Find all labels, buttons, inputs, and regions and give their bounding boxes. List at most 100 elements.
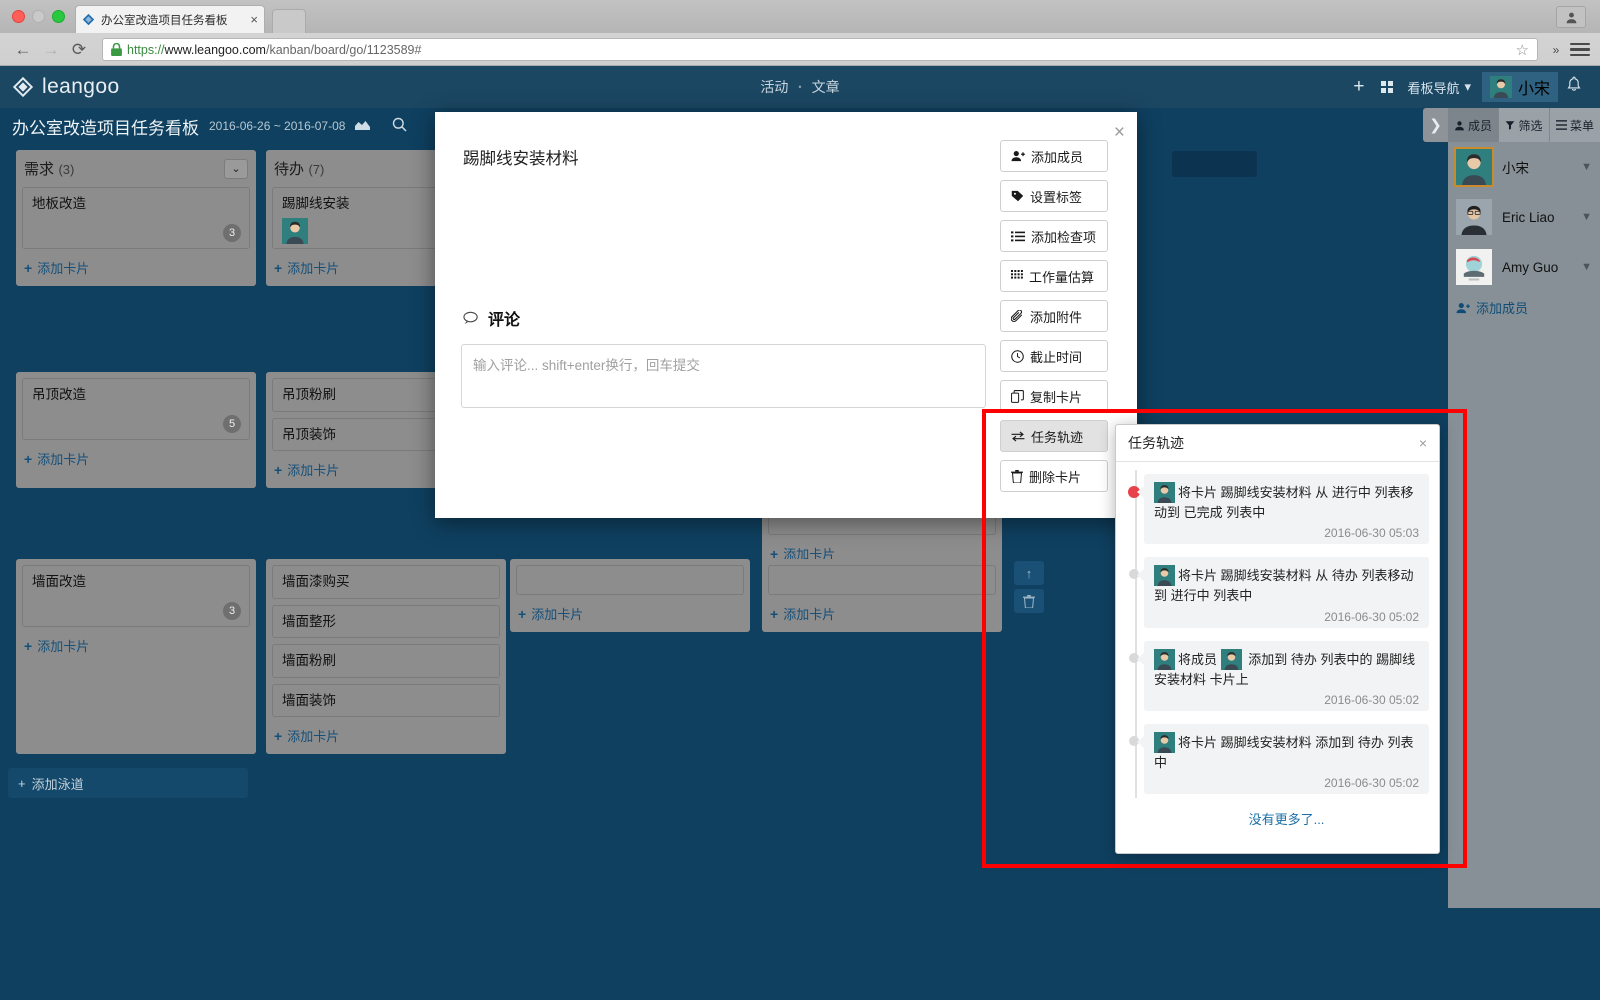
address-bar[interactable]: https://www.leangoo.com/kanban/board/go/… <box>102 38 1538 61</box>
board-nav-button[interactable]: 看板导航 ▾ <box>1400 73 1478 101</box>
member-filter-icon[interactable]: ▼ <box>1581 261 1592 273</box>
trash-icon <box>1011 470 1023 483</box>
close-icon[interactable]: × <box>1419 435 1427 451</box>
url-path: /kanban/board/go/1123589# <box>266 43 421 57</box>
chart-glyph <box>355 118 370 131</box>
board-date-range: 2016-06-26 ~ 2016-07-08 <box>209 119 345 133</box>
tab-members[interactable]: 成员 <box>1448 108 1499 142</box>
back-icon[interactable]: ← <box>10 37 36 63</box>
board-card[interactable]: 墙面粉刷 <box>272 644 500 678</box>
browser-tab[interactable]: 办公室改造项目任务看板 × <box>75 5 265 33</box>
add-card-button[interactable]: + 添加卡片 <box>22 633 250 658</box>
collapsed-column[interactable] <box>1172 151 1257 177</box>
comment-input[interactable]: 输入评论... shift+enter换行，回车提交 <box>461 344 986 408</box>
avatar-inline <box>1221 649 1242 670</box>
brand-name: leangoo <box>42 75 120 99</box>
add-card-label: 添加卡片 <box>287 726 339 745</box>
avatar <box>1154 649 1175 670</box>
board-card[interactable]: 地板改造 3 <box>22 187 250 249</box>
header-right-tools: + 看板导航 ▾ 小宋 <box>1343 66 1590 108</box>
task-trail-button[interactable]: 任务轨迹 <box>1000 420 1108 452</box>
bookmark-star-icon[interactable]: ☆ <box>1508 41 1529 59</box>
add-card-label: 添加卡片 <box>783 604 835 623</box>
trash-glyph <box>1023 595 1035 608</box>
board-card[interactable] <box>768 565 996 595</box>
checklist-icon <box>1011 231 1025 242</box>
overflow-chevron-icon[interactable]: » <box>1546 43 1566 57</box>
nav-link-activity[interactable]: 活动 <box>760 77 788 97</box>
member-filter-icon[interactable]: ▼ <box>1581 211 1592 223</box>
add-card-label: 添加卡片 <box>37 449 89 468</box>
card-title: 墙面漆购买 <box>282 573 490 591</box>
plus-icon: + <box>770 606 778 622</box>
task-trail-title: 任务轨迹 <box>1128 433 1184 453</box>
board-card[interactable] <box>516 565 744 595</box>
add-checklist-button[interactable]: 添加检查项 <box>1000 220 1108 252</box>
tab-close-icon[interactable]: × <box>250 12 258 27</box>
task-trail-list: 将卡片 踢脚线安装材料 从 进行中 列表移动到 已完成 列表中 2016-06-… <box>1116 462 1439 834</box>
member-filter-icon[interactable]: ▼ <box>1581 161 1592 173</box>
leangoo-logo-icon <box>12 76 34 98</box>
copy-card-button[interactable]: 复制卡片 <box>1000 380 1108 412</box>
tab-filter[interactable]: 筛选 <box>1499 108 1550 142</box>
add-attachment-button[interactable]: 添加附件 <box>1000 300 1108 332</box>
maximize-window-button[interactable] <box>52 10 65 23</box>
add-swimlane-button[interactable]: + 添加泳道 <box>8 768 248 798</box>
copy-card-label: 复制卡片 <box>1030 387 1082 406</box>
trail-entry-body: 将卡片 踢脚线安装材料 添加到 待办 列表中 <box>1154 735 1413 770</box>
add-attachment-label: 添加附件 <box>1030 307 1082 326</box>
swimlane: 需求 (3) ⌄ 地板改造 3 + 添加卡片 待办 (7) <box>8 150 506 286</box>
add-button[interactable]: + <box>1343 76 1374 98</box>
add-card-button[interactable]: + 添加卡片 <box>22 255 250 280</box>
timeline-arrow <box>1137 653 1144 665</box>
browser-profile-button[interactable] <box>1556 6 1586 28</box>
board-card[interactable]: 墙面装饰 <box>272 684 500 718</box>
card-detail-modal: × 踢脚线安装材料 评论 输入评论... shift+enter换行，回车提交 … <box>435 112 1137 518</box>
board-title: 办公室改造项目任务看板 <box>12 114 199 139</box>
add-card-button[interactable]: + 添加卡片 <box>768 601 996 626</box>
board-card[interactable]: 墙面改造 3 <box>22 565 250 627</box>
board-card[interactable]: 墙面整形 <box>272 605 500 639</box>
add-card-label: 添加卡片 <box>531 604 583 623</box>
add-card-button[interactable]: + 添加卡片 <box>22 446 250 471</box>
user-menu[interactable]: 小宋 <box>1482 72 1558 102</box>
no-more-label[interactable]: 没有更多了... <box>1144 807 1429 828</box>
close-icon[interactable]: × <box>1114 122 1125 144</box>
url-host: www.leangoo.com <box>165 43 266 57</box>
apps-grid-button[interactable] <box>1374 73 1400 101</box>
add-card-button[interactable]: + 添加卡片 <box>272 723 500 748</box>
member-list-item[interactable]: Eric Liao ▼ <box>1448 192 1600 242</box>
brand[interactable]: leangoo <box>12 75 120 99</box>
add-card-button[interactable]: + 添加卡片 <box>516 601 744 626</box>
plus-icon: + <box>274 260 282 276</box>
reload-icon[interactable]: ⟳ <box>66 37 92 63</box>
add-member-button[interactable]: 添加成员 <box>1000 140 1108 172</box>
trail-entry-body-a: 将成员 <box>1178 652 1221 667</box>
new-tab-button[interactable] <box>272 9 306 33</box>
nav-link-articles[interactable]: 文章 <box>812 77 840 97</box>
delete-card-button[interactable]: 删除卡片 <box>1000 460 1108 492</box>
add-member-button[interactable]: 添加成员 <box>1448 292 1600 323</box>
due-date-button[interactable]: 截止时间 <box>1000 340 1108 372</box>
board-card[interactable]: 墙面漆购买 <box>272 565 500 599</box>
effort-estimate-button[interactable]: 工作量估算 <box>1000 260 1108 292</box>
minimize-window-button[interactable] <box>32 10 45 23</box>
close-window-button[interactable] <box>12 10 25 23</box>
set-label-button[interactable]: 设置标签 <box>1000 180 1108 212</box>
move-up-icon[interactable]: ↑ <box>1014 561 1044 585</box>
paperclip-icon <box>1011 310 1024 323</box>
member-list-item[interactable]: 小宋 ▼ <box>1448 142 1600 192</box>
sidebar-collapse-button[interactable]: ❯ <box>1423 108 1448 142</box>
forward-icon[interactable]: → <box>38 37 64 63</box>
board-chart-icon[interactable] <box>355 118 370 134</box>
chevron-down-icon[interactable]: ⌄ <box>224 159 248 179</box>
notifications-bell-icon[interactable] <box>1558 76 1590 98</box>
delete-swimlane-icon[interactable] <box>1014 589 1044 613</box>
browser-menu-icon[interactable] <box>1570 43 1590 57</box>
member-list-item[interactable]: Amy Guo ▼ <box>1448 242 1600 292</box>
avatar <box>1154 482 1175 503</box>
board-card[interactable]: 吊顶改造 5 <box>22 378 250 440</box>
board-search-icon[interactable] <box>392 117 407 135</box>
trail-entry: 将成员 添加到 待办 列表中的 踢脚线安装材料 卡片上 2016-06-30 0… <box>1144 641 1429 711</box>
tab-menu[interactable]: 菜单 <box>1550 108 1600 142</box>
